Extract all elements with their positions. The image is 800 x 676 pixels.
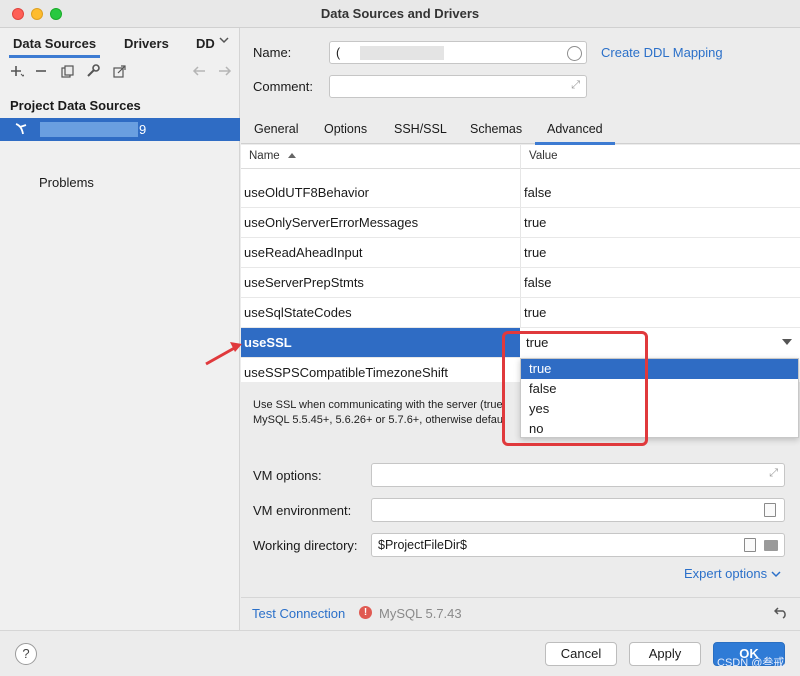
settings-tabs: General Options SSH/SSL Schemas Advanced: [241, 116, 800, 145]
vm-environment-input[interactable]: [371, 498, 785, 522]
tab-drivers[interactable]: Drivers: [124, 36, 169, 51]
properties-table: Name Value useOldUTF8Behavior false useO…: [241, 145, 800, 382]
comment-label: Comment:: [253, 79, 313, 94]
folder-icon[interactable]: [764, 540, 778, 551]
dropdown-option-true[interactable]: true: [521, 359, 798, 379]
left-panel: Data Sources Drivers DD Project Data Sou…: [0, 28, 240, 630]
redacted-datasource-name: [40, 122, 138, 137]
dialog-footer: ? Cancel Apply OK CSDN @叁戒: [0, 630, 800, 676]
tab-ddl[interactable]: DD: [196, 36, 215, 51]
title-bar: Data Sources and Drivers: [0, 0, 800, 28]
name-input[interactable]: (: [329, 41, 587, 64]
dropdown-option-yes[interactable]: yes: [521, 399, 798, 419]
document-icon[interactable]: [764, 503, 776, 517]
table-row[interactable]: useOnlyServerErrorMessages true: [241, 208, 800, 238]
help-button[interactable]: ?: [15, 643, 37, 665]
table-row[interactable]: useReadAheadInput true: [241, 238, 800, 268]
navigate-icon[interactable]: [110, 62, 128, 80]
working-directory-label: Working directory:: [253, 538, 358, 553]
table-row[interactable]: useOldUTF8Behavior false: [241, 178, 800, 208]
table-row-selected[interactable]: useSSL true: [241, 328, 800, 358]
tab-schemas[interactable]: Schemas: [470, 122, 522, 136]
dropdown-arrow-icon[interactable]: [782, 339, 792, 345]
test-connection-link[interactable]: Test Connection: [252, 606, 345, 621]
tab-data-sources[interactable]: Data Sources: [8, 36, 101, 58]
comment-input[interactable]: ⤢: [329, 75, 587, 98]
expand-icon[interactable]: ⤢: [571, 79, 580, 92]
server-version: MySQL 5.7.43: [379, 606, 462, 621]
undo-icon[interactable]: [773, 605, 788, 622]
value-select[interactable]: true: [520, 328, 800, 358]
back-arrow-icon[interactable]: [190, 62, 208, 80]
chevron-down-icon: [771, 571, 781, 578]
name-label: Name:: [253, 45, 292, 60]
remove-icon[interactable]: [32, 62, 50, 80]
redacted-name: [360, 46, 444, 60]
apply-button[interactable]: Apply: [629, 642, 701, 666]
window-title: Data Sources and Drivers: [320, 6, 480, 21]
left-tab-bar: Data Sources Drivers DD: [0, 28, 240, 58]
tab-general[interactable]: General: [254, 122, 298, 136]
vm-options-input[interactable]: ⤢: [371, 463, 785, 487]
project-data-sources-heading: Project Data Sources: [10, 98, 141, 113]
mysql-dolphin-icon: [14, 122, 28, 139]
sort-ascending-icon: [287, 153, 296, 158]
table-row[interactable]: useSqlStateCodes true: [241, 298, 800, 328]
dropdown-option-false[interactable]: false: [521, 379, 798, 399]
table-row[interactable]: useServerPrepStmts false: [241, 268, 800, 298]
add-icon[interactable]: [8, 62, 26, 80]
problems-item[interactable]: Problems: [39, 175, 94, 190]
working-directory-input[interactable]: $ProjectFileDir$: [371, 533, 785, 557]
tab-advanced[interactable]: Advanced: [535, 122, 615, 145]
dropdown-option-no[interactable]: no: [521, 419, 798, 439]
vm-options-label: VM options:: [253, 468, 322, 483]
status-bar: Test Connection ! MySQL 5.7.43: [241, 597, 800, 630]
color-picker-icon[interactable]: [567, 46, 582, 61]
property-description: Use SSL when communicating with the serv…: [253, 399, 504, 426]
datasource-item[interactable]: 9: [0, 118, 240, 141]
datasource-label: 9: [139, 122, 147, 137]
document-icon[interactable]: [744, 538, 756, 552]
vm-environment-label: VM environment:: [253, 503, 352, 518]
tab-options[interactable]: Options: [324, 122, 367, 136]
right-panel: Name: ( Create DDL Mapping Comment: ⤢ Ge…: [241, 28, 800, 630]
column-value-header[interactable]: Value: [529, 150, 558, 162]
expert-options-link[interactable]: Expert options: [684, 566, 781, 581]
watermark-text: CSDN @叁戒: [717, 657, 785, 669]
forward-arrow-icon[interactable]: [216, 62, 234, 80]
chevron-down-icon[interactable]: [218, 34, 230, 49]
cancel-button[interactable]: Cancel: [545, 642, 617, 666]
duplicate-icon[interactable]: [58, 62, 76, 80]
left-toolbar: [0, 58, 240, 84]
warning-icon: !: [359, 606, 372, 619]
tab-ssh-ssl[interactable]: SSH/SSL: [394, 122, 447, 136]
expand-icon[interactable]: ⤢: [769, 467, 778, 480]
value-dropdown-list: true false yes no: [520, 358, 799, 438]
create-ddl-mapping-link[interactable]: Create DDL Mapping: [601, 45, 723, 60]
wrench-icon[interactable]: [84, 62, 102, 80]
column-name-header[interactable]: Name: [249, 150, 297, 162]
